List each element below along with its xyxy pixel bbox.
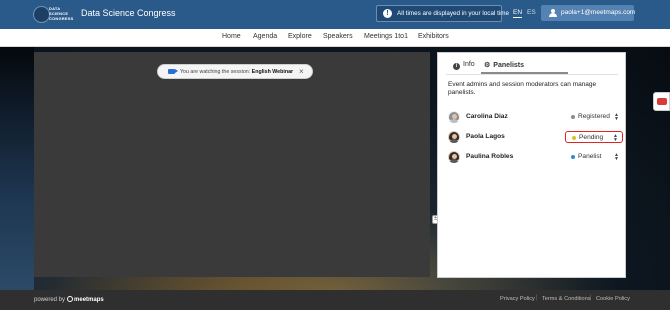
footer-link-cookies[interactable]: Cookie Policy <box>596 296 630 302</box>
tab-panelists[interactable]: ⚙ Panelists <box>484 61 524 69</box>
avatar <box>448 131 460 143</box>
watching-session-banner: You are watching the session: English We… <box>157 64 313 79</box>
video-player[interactable] <box>34 52 430 277</box>
footer-link-privacy[interactable]: Privacy Policy <box>500 296 535 302</box>
timezone-notice: ! All times are displayed in your local … <box>376 5 509 22</box>
panelist-name: Paulina Robles <box>466 153 514 160</box>
select-arrows-icon: ▲ ▼ <box>614 152 619 162</box>
tab-info-label: Info <box>463 61 475 68</box>
info-icon: i <box>453 63 460 70</box>
status-select[interactable]: Panelist ▲ ▼ <box>565 151 623 163</box>
panelist-row: Paola Lagos Pending ▲ ▼ <box>448 129 623 145</box>
status-select-highlighted[interactable]: Pending ▲ ▼ <box>565 131 623 143</box>
panel-description: Event admins and session moderators can … <box>448 81 597 96</box>
nav-home[interactable]: Home <box>222 33 241 40</box>
panelist-row: Paulina Robles Panelist ▲ ▼ <box>448 149 620 165</box>
tab-panelists-label: Panelists <box>493 62 525 69</box>
event-title[interactable]: Data Science Congress <box>81 8 176 18</box>
status-dot <box>571 115 575 119</box>
nav-explore[interactable]: Explore <box>288 33 312 40</box>
select-arrows-icon: ▲ ▼ <box>614 112 619 122</box>
select-arrows-icon: ▲ ▼ <box>613 133 618 143</box>
chat-widget-icon[interactable] <box>653 92 670 111</box>
user-email: paola+1@meetmaps.com <box>561 9 636 16</box>
close-icon[interactable]: × <box>299 67 304 77</box>
tab-info[interactable]: i Info <box>453 61 475 70</box>
watching-prefix: You are watching the session: <box>180 69 251 75</box>
tab-divider <box>446 74 618 75</box>
user-account-button[interactable]: paola+1@meetmaps.com <box>541 5 636 21</box>
language-en[interactable]: EN <box>513 9 523 18</box>
status-label: Pending <box>579 134 604 141</box>
language-es[interactable]: ES <box>527 9 536 16</box>
video-camera-icon <box>168 69 178 74</box>
status-label: Registered <box>578 113 610 120</box>
panelist-row: Carolina Diaz Registered ▲ ▼ <box>448 109 620 125</box>
footer: powered by meetmaps Privacy Policy | Term… <box>0 290 670 310</box>
nav-meetings[interactable]: Meetings 1to1 <box>364 33 408 40</box>
powered-by-text: powered by <box>34 297 66 303</box>
status-dot <box>572 136 576 140</box>
footer-separator: | <box>536 295 538 301</box>
status-select[interactable]: Registered ▲ ▼ <box>565 111 623 123</box>
status-label: Panelist <box>578 153 602 160</box>
session-name: English Webinar <box>251 69 294 75</box>
nav-exhibitors[interactable]: Exhibitors <box>418 33 449 40</box>
brand-name[interactable]: meetmaps <box>74 297 104 303</box>
status-dot <box>571 155 575 159</box>
avatar <box>448 111 460 123</box>
logo-text: DATA SCIENCE CONGRESS <box>49 6 74 21</box>
panelist-name: Paola Lagos <box>466 133 505 140</box>
powered-by: powered by meetmaps <box>34 296 104 303</box>
nav-agenda[interactable]: Agenda <box>253 33 277 40</box>
top-header: DATA SCIENCE CONGRESS Data Science Congr… <box>0 0 670 29</box>
panelist-name: Carolina Diaz <box>466 113 508 120</box>
event-logo-icon[interactable] <box>33 6 50 23</box>
user-icon <box>549 9 557 17</box>
timezone-text: All times are displayed in your local ti… <box>397 10 509 17</box>
footer-separator: | <box>590 295 592 301</box>
main-nav: Home Agenda Explore Speakers Meetings 1t… <box>0 29 670 47</box>
cog-icon: ⚙ <box>484 62 491 69</box>
footer-link-terms[interactable]: Terms & Conditions <box>542 296 591 302</box>
side-panel: i Info ⚙ Panelists Event admins and sessio… <box>437 52 626 278</box>
watching-session-text: You are watching the session: English We… <box>180 69 293 75</box>
meetmaps-logo-icon <box>67 296 74 302</box>
avatar <box>448 151 460 163</box>
nav-speakers[interactable]: Speakers <box>323 33 353 40</box>
clock-icon: ! <box>383 9 392 18</box>
